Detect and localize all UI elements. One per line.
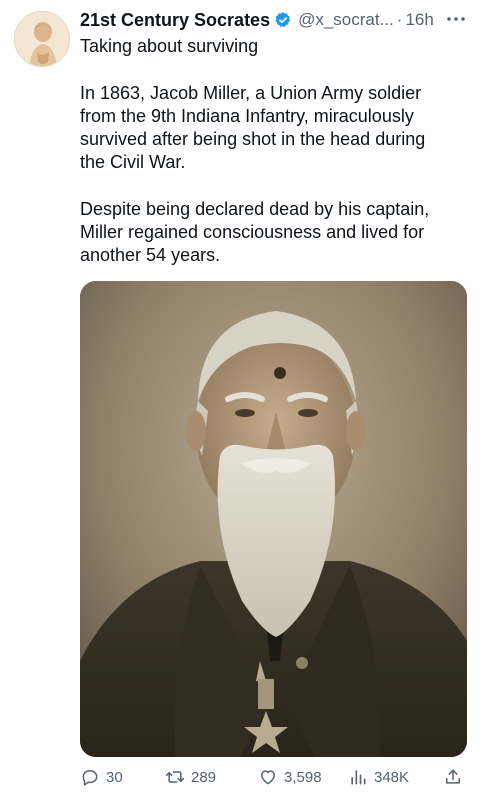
post-time[interactable]: 16h <box>405 10 433 30</box>
post-text-line: Despite being declared dead by his capta… <box>80 199 430 219</box>
post-text-line: survived after being shot in the head du… <box>80 129 426 149</box>
views-button[interactable]: 348K <box>348 762 409 792</box>
views-icon <box>351 770 366 785</box>
reply-count: 30 <box>106 768 123 786</box>
separator-dot: · <box>396 10 403 29</box>
post-text-line: Miller regained consciousness and lived … <box>80 222 425 242</box>
reply-button[interactable]: 30 <box>80 762 123 792</box>
verified-badge-icon <box>275 12 291 27</box>
post-paragraph-2: Despite being declared dead by his capta… <box>80 198 470 267</box>
post-header: 21st Century Socrates @x_socrat... · 16h <box>80 8 475 32</box>
post-text-line: the Civil War. <box>80 152 186 172</box>
post-photo[interactable] <box>80 281 467 757</box>
post-text-line: Taking about surviving <box>80 36 259 56</box>
action-bar: 30 289 3,598 348K <box>80 762 475 792</box>
views-count: 348K <box>374 768 410 786</box>
portrait-image <box>80 281 467 757</box>
repost-button[interactable]: 289 <box>165 762 216 792</box>
repost-icon <box>165 771 185 783</box>
post-paragraph-1: In 1863, Jacob Miller, a Union Army sold… <box>80 82 470 174</box>
heart-icon <box>261 770 275 785</box>
post-text-line: from the 9th Indiana Infantry, miraculou… <box>80 106 414 126</box>
post-text-intro: Taking about surviving <box>80 35 470 58</box>
like-count: 3,598 <box>284 768 322 786</box>
share-icon <box>446 769 460 784</box>
like-button[interactable]: 3,598 <box>258 762 322 792</box>
author-name[interactable]: 21st Century Socrates <box>80 10 270 31</box>
repost-count: 289 <box>191 768 217 786</box>
post-text-line: another 54 years. <box>80 245 221 265</box>
avatar-image <box>15 12 69 66</box>
post-text-line: In 1863, Jacob Miller, a Union Army sold… <box>80 83 422 103</box>
avatar[interactable] <box>14 11 70 67</box>
author-handle[interactable]: @x_socrat... <box>298 10 394 30</box>
more-icon[interactable] <box>444 10 468 28</box>
tweet[interactable]: 21st Century Socrates @x_socrat... · 16h… <box>0 0 482 800</box>
reply-icon <box>82 770 98 786</box>
share-button[interactable] <box>443 762 463 792</box>
